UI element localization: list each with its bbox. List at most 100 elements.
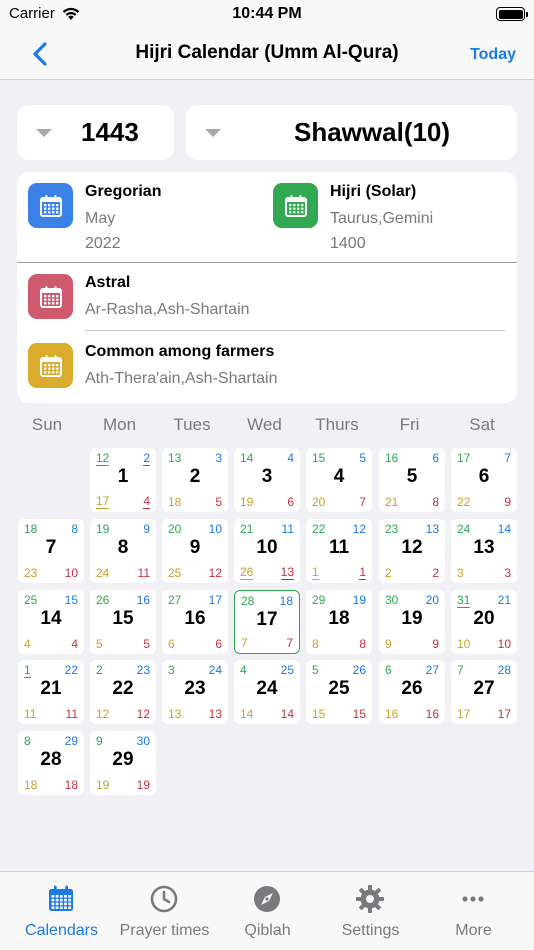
calendar-icon [46,884,76,914]
farmers-day: 18 [64,778,78,792]
year-picker[interactable]: 1443 [17,105,174,160]
day-cell[interactable]: 12 2 17 4 1 [90,448,156,512]
hijri-day-number: 10 [256,537,278,558]
day-cell[interactable]: 30 20 9 9 19 [379,590,445,654]
day-cell[interactable]: 29 19 8 8 18 [306,590,372,654]
hijri-solar-day: 6 [432,451,439,465]
hijri-day-number: 6 [478,466,490,487]
day-cell[interactable]: 16 6 21 8 5 [379,448,445,512]
astral-day: 23 [24,566,38,580]
tab-calendars[interactable]: Calendars [8,872,115,950]
gregorian-day: 4 [240,663,247,677]
astral-day: 11 [24,707,37,721]
status-bar: Carrier 10:44 PM [0,0,534,28]
day-cell[interactable]: 2 23 12 12 22 [90,660,156,724]
tab-settings[interactable]: Settings [317,872,424,950]
hijri-solar-day: 3 [215,451,222,465]
hijri-day-number: 20 [473,608,495,629]
farmers-day: 5 [143,637,150,651]
day-cell[interactable]: 3 24 13 13 23 [162,660,228,724]
day-cell[interactable]: 23 13 2 2 12 [379,519,445,583]
day-cell[interactable]: 24 14 3 3 13 [451,519,517,583]
hijri-solar-day: 28 [497,663,511,677]
tab-label: Qiblah [244,922,291,939]
gregorian-day: 6 [385,663,392,677]
farmers-day: 16 [425,707,439,721]
hijri-day-number: 14 [40,608,62,629]
tab-label: Prayer times [119,922,210,939]
day-cell[interactable]: 9 30 19 19 29 [90,731,156,795]
hijri-day-number: 26 [401,678,423,699]
day-cell[interactable]: 15 5 20 7 4 [306,448,372,512]
hijri-solar-day: 17 [208,593,222,607]
day-cell[interactable]: 22 12 1 1 11 [306,519,372,583]
day-cell[interactable]: 19 9 24 11 8 [90,519,156,583]
astral-day: 5 [96,637,103,651]
day-cell[interactable]: 8 29 18 18 28 [18,731,84,795]
hijri-day-number: 25 [328,678,350,699]
day-cell[interactable]: 31 21 10 10 20 [451,590,517,654]
info-stars: Ath-Thera'ain,Ash-Shartain [85,370,278,387]
gregorian-day: 28 [241,594,255,608]
hijri-day-number: 21 [40,678,62,699]
clock-icon [149,884,179,914]
tab-more[interactable]: More [420,872,527,950]
month-picker[interactable]: Shawwal(10) [186,105,517,160]
day-cell[interactable]: 21 11 26 13 10 [234,519,300,583]
farmers-day: 2 [432,566,439,580]
day-cell-today[interactable]: 28 18 7 7 17 [234,590,300,654]
day-cell[interactable]: 6 27 16 16 26 [379,660,445,724]
today-button[interactable]: Today [470,46,516,64]
gregorian-day: 29 [312,593,326,607]
tab-qiblah[interactable]: Qiblah [214,872,321,950]
day-cell[interactable]: 26 16 5 5 15 [90,590,156,654]
hijri-day-number: 5 [406,466,418,487]
farmers-day: 13 [280,565,294,580]
astral-day: 16 [385,707,399,721]
weekday-header: Sun Mon Tues Wed Thurs Fri Sat [14,415,520,437]
day-cell[interactable]: 20 10 25 12 9 [162,519,228,583]
hijri-solar-day: 11 [281,522,294,536]
calendar-icon [273,183,318,228]
farmers-day: 9 [432,637,439,651]
hijri-day-number: 13 [473,537,495,558]
gregorian-day: 25 [24,593,38,607]
astral-day: 10 [457,637,471,651]
info-month: Taurus,Gemini [330,210,434,227]
gregorian-day: 7 [457,663,464,677]
weekday-label: Sun [31,415,63,434]
hijri-solar-day: 8 [71,522,78,536]
farmers-day: 14 [280,707,294,721]
day-cell[interactable]: 17 7 22 9 6 [451,448,517,512]
astral-day: 22 [457,495,471,509]
astral-day: 26 [240,565,254,580]
farmers-day: 11 [65,707,78,721]
day-cell[interactable]: 18 8 23 10 7 [18,519,84,583]
astral-day: 12 [96,707,110,721]
day-cell[interactable]: 5 26 15 15 25 [306,660,372,724]
day-cell[interactable]: 1 22 11 11 21 [18,660,84,724]
day-cell[interactable]: 4 25 14 14 24 [234,660,300,724]
day-cell[interactable]: 25 15 4 4 14 [18,590,84,654]
info-year: 2022 [85,235,121,252]
hijri-day-number: 15 [112,608,134,629]
gregorian-day: 5 [312,663,319,677]
hijri-solar-day: 25 [280,663,294,677]
hijri-solar-day: 16 [136,593,150,607]
astral-day: 14 [240,707,254,721]
info-label: Gregorian [85,183,162,200]
weekday-label: Wed [247,415,282,434]
day-cell[interactable]: 13 3 18 5 2 [162,448,228,512]
hijri-solar-day: 26 [352,663,366,677]
farmers-day: 12 [208,566,222,580]
farmers-day: 19 [136,778,150,792]
farmers-day: 7 [286,636,293,650]
hijri-day-number: 11 [328,537,350,558]
day-cell[interactable]: 27 17 6 6 16 [162,590,228,654]
tab-prayer-times[interactable]: Prayer times [111,872,218,950]
day-cell[interactable]: 7 28 17 17 27 [451,660,517,724]
gregorian-day: 24 [457,522,471,536]
gregorian-day: 22 [312,522,326,536]
hijri-day-number: 24 [256,678,278,699]
day-cell[interactable]: 14 4 19 6 3 [234,448,300,512]
